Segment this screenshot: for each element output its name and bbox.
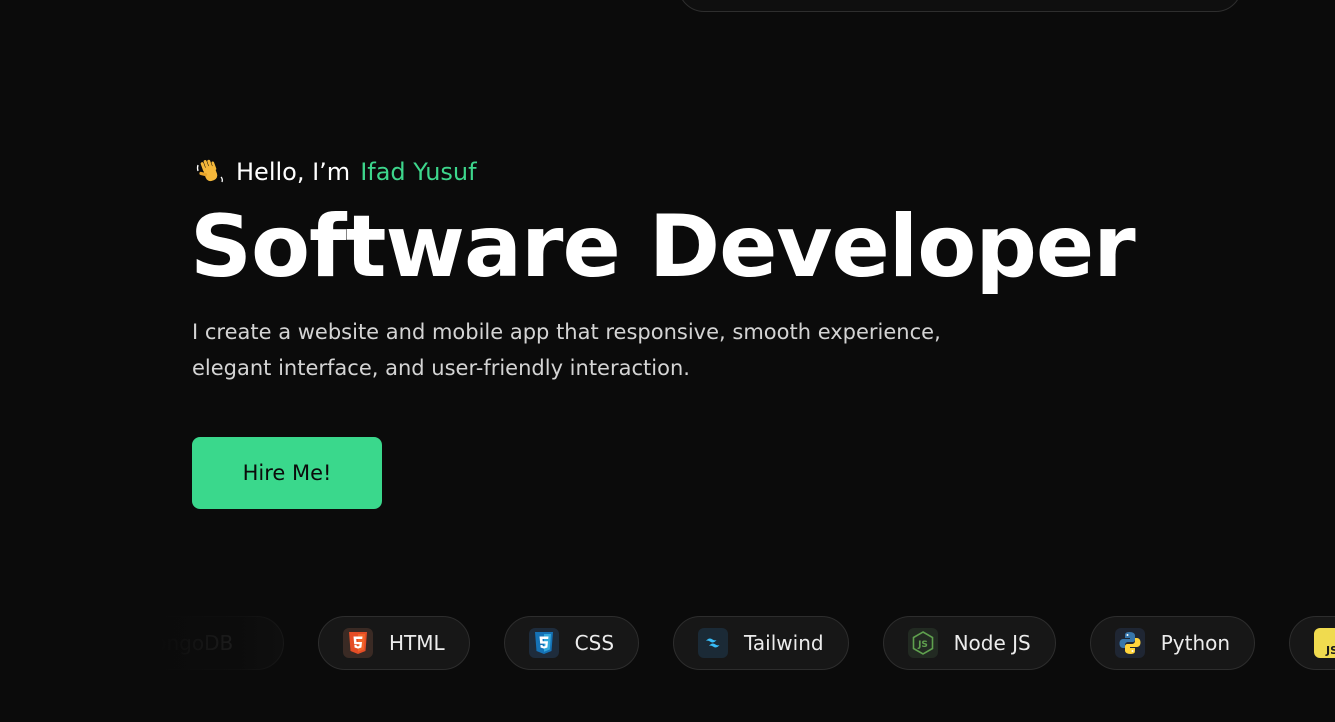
- tech-label: Tailwind: [744, 631, 824, 655]
- css3-icon: [528, 628, 559, 658]
- tech-label: Python: [1160, 631, 1231, 655]
- tech-pill-html: HTML: [318, 616, 470, 670]
- tech-label: Node JS: [953, 631, 1031, 655]
- tech-label: CSS: [574, 631, 615, 655]
- tech-track: MongoDB HTML: [160, 616, 1335, 670]
- hero-title: Software Developer: [190, 197, 1136, 297]
- tech-pill-nodejs: JS Node JS: [882, 616, 1056, 670]
- waving-hand-icon: [194, 156, 226, 188]
- greeting: Hello, I’m Ifad Yusuf: [194, 150, 1135, 194]
- greeting-prefix: Hello, I’m: [236, 158, 351, 186]
- navbar: [678, 0, 1242, 12]
- developer-name: Ifad Yusuf: [360, 158, 477, 186]
- tech-pill-javascript: JS: [1289, 616, 1335, 670]
- hero-section: Hello, I’m Ifad Yusuf Software Developer…: [190, 150, 1136, 386]
- tech-marquee: MongoDB HTML: [160, 616, 1335, 672]
- tech-pill-mongodb: MongoDB: [160, 616, 284, 670]
- hire-me-button[interactable]: Hire Me!: [192, 437, 382, 509]
- tech-pill-python: Python: [1089, 616, 1256, 670]
- html5-icon: [343, 628, 373, 658]
- nodejs-icon: JS: [907, 628, 938, 658]
- python-icon: [1114, 628, 1145, 658]
- tailwind-icon: [698, 628, 729, 658]
- tech-label: MongoDB: [160, 631, 234, 655]
- tech-label: HTML: [389, 631, 445, 655]
- page: Hello, I’m Ifad Yusuf Software Developer…: [0, 0, 1335, 722]
- tech-pill-css: CSS: [503, 616, 640, 670]
- js-logo-text: JS: [1325, 644, 1335, 657]
- tech-pill-tailwind: Tailwind: [673, 616, 849, 670]
- javascript-icon: JS: [1314, 628, 1335, 658]
- hero-description: I create a website and mobile app that r…: [192, 320, 941, 380]
- svg-text:JS: JS: [917, 640, 928, 650]
